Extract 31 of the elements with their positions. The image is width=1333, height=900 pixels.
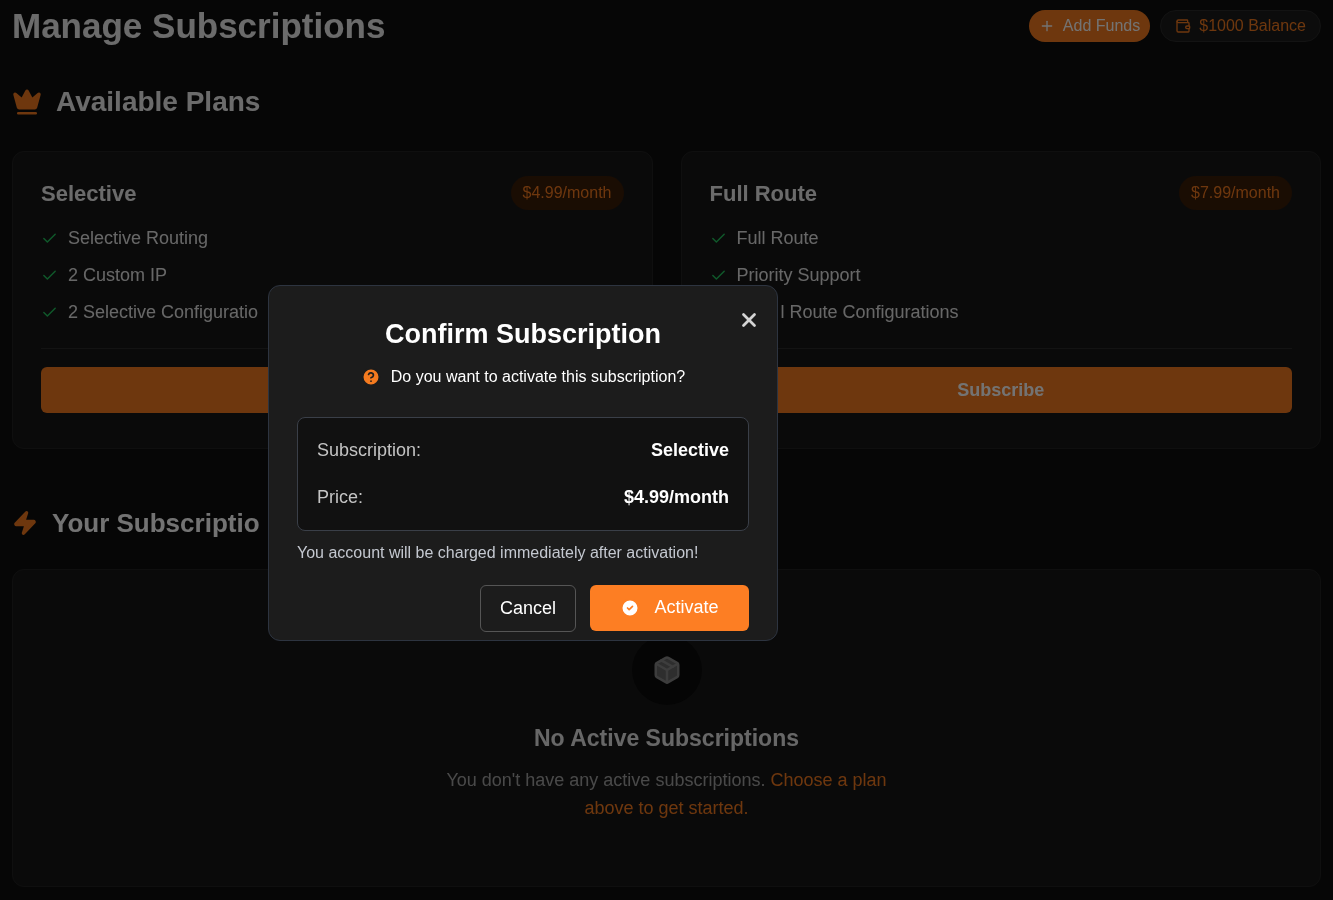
wallet-icon [1175, 18, 1192, 34]
balance-badge: $1000 Balance [1160, 10, 1321, 42]
summary-label: Subscription: [317, 438, 422, 462]
activate-button[interactable]: Activate [590, 584, 749, 631]
check-circle-icon [620, 597, 641, 618]
add-funds-button[interactable]: Add Funds [1028, 10, 1151, 42]
question-icon [360, 366, 381, 387]
empty-message: You don't have any active subscriptions. Choose a plan above to get started. [445, 768, 888, 820]
summary-value: $4.99/month [623, 485, 729, 509]
crown-icon [12, 87, 42, 117]
feature-text: Selective Routing [68, 227, 209, 250]
price-badge: $4.99/month [510, 176, 624, 210]
plan-name: Selective [41, 179, 137, 208]
feature-text: l Route Configurations [780, 301, 959, 324]
section-title: Your Subscriptio [52, 506, 260, 540]
section-title: Available Plans [56, 85, 261, 119]
feature-text: 2 Selective Configuratio [68, 301, 259, 324]
price-badge: $7.99/month [1179, 176, 1292, 210]
empty-title: No Active Subscriptions [534, 724, 799, 753]
feature-text: Priority Support [736, 264, 861, 287]
dialog-question: Do you want to activate this subscription? [390, 366, 686, 387]
page-title: Manage Subscriptions [12, 4, 386, 47]
dialog-title: Confirm Subscription [385, 318, 661, 351]
plan-name: Full Route [709, 179, 818, 208]
feature-text: Full Route [736, 227, 819, 250]
summary-value: Selective [650, 438, 729, 462]
lightning-icon [12, 510, 38, 536]
summary-label: Price: [317, 485, 363, 509]
warning-text: You account will be charged immediately after activation! [297, 542, 700, 563]
feature-text: 2 Custom IP [68, 264, 168, 287]
cancel-button[interactable]: Cancel [479, 584, 576, 632]
